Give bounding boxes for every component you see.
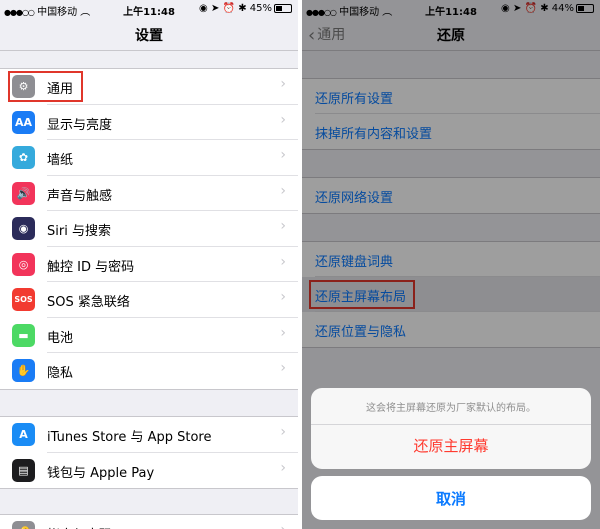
settings-row-label: 隐私: [47, 366, 74, 381]
alarm-icon: ⏰: [222, 3, 235, 14]
settings-row-label: iTunes Store 与 App Store: [47, 430, 212, 445]
wallet-icon: ▤: [12, 458, 35, 482]
wallpaper-icon: ✿: [12, 146, 35, 169]
settings-group-accounts: 🔑 帐户与密码 ›: [0, 514, 298, 529]
privacy-hand-icon: ✋: [12, 359, 35, 382]
bluetooth-icon: ✱: [238, 3, 247, 14]
app-store-icon: A: [12, 423, 35, 446]
settings-row[interactable]: ▬ 电池 ›: [0, 318, 298, 353]
highlight-box-general: [8, 71, 83, 102]
cancel-label: 取消: [435, 490, 466, 508]
chevron-right-icon: ›: [280, 424, 286, 440]
cancel-button[interactable]: 取消: [311, 476, 591, 520]
chevron-right-icon: ›: [280, 324, 286, 341]
chevron-right-icon: ›: [280, 253, 286, 270]
lock-rotation-icon: ◉: [199, 3, 208, 14]
settings-row-label: 声音与触感: [47, 188, 113, 204]
settings-row-label: Siri 与搜索: [47, 224, 111, 239]
reset-home-screen-button[interactable]: 还原主屏幕: [311, 435, 591, 456]
battery-percent: 45%: [249, 3, 272, 14]
chevron-right-icon: ›: [280, 147, 286, 163]
settings-row-label: 触控 ID 与密码: [47, 259, 135, 275]
settings-row-label: 墙纸: [47, 153, 74, 168]
settings-row[interactable]: AA 显示与亮度 ›: [0, 105, 298, 140]
settings-row[interactable]: ◉ Siri 与搜索 ›: [0, 211, 298, 247]
key-icon: 🔑: [12, 521, 35, 529]
settings-row[interactable]: SOS SOS 紧急联络 ›: [0, 282, 298, 318]
chevron-right-icon: ›: [280, 522, 286, 529]
sound-icon: 🔊: [12, 181, 35, 205]
action-sheet-message: 这会将主屏幕还原为厂家默认的布局。: [366, 403, 536, 414]
siri-icon: ◉: [12, 217, 35, 240]
battery-icon: ▬: [12, 323, 35, 347]
action-sheet: 这会将主屏幕还原为厂家默认的布局。 还原主屏幕: [311, 388, 591, 469]
chevron-right-icon: ›: [280, 182, 286, 199]
settings-group-main: ⚙ 通用 › AA 显示与亮度 › ✿ 墙纸 › 🔊 声音与触感 › ◉ Siri 与搜索 › ◎ 触控 ID …: [0, 68, 298, 390]
chevron-right-icon: ›: [280, 459, 286, 476]
settings-row-label: 帐户与密码: [47, 524, 112, 529]
reset-screen: ●●●○○ 中国移动 ︵ 上午11:48 ◉ ➤ ⏰ ✱ 44% ‹ 通用 还原 …: [302, 0, 600, 529]
settings-screen: ●●●○○ 中国移动 ︵ 上午11:48 ◉ ➤ ⏰ ✱ 45% 设置 ⚙ 通用 ›…: [0, 0, 298, 529]
action-sheet-divider: [311, 424, 591, 425]
settings-row[interactable]: ◎ 触控 ID 与密码 ›: [0, 247, 298, 282]
settings-row-label: 钱包与 Apple Pay: [47, 465, 155, 481]
display-brightness-icon: AA: [12, 110, 35, 134]
fingerprint-icon: ◎: [12, 252, 35, 276]
chevron-right-icon: ›: [280, 76, 286, 92]
chevron-right-icon: ›: [280, 218, 286, 234]
status-bar: ●●●○○ 中国移动 ︵ 上午11:48 ◉ ➤ ⏰ ✱ 45%: [0, 0, 298, 18]
chevron-right-icon: ›: [280, 360, 286, 376]
sos-icon: SOS: [12, 288, 35, 311]
nav-bar: 设置: [0, 18, 298, 51]
chevron-right-icon: ›: [280, 111, 286, 128]
settings-group-stores: AiTunes Store 与 App Store › ▤ 钱包与 Apple Pay…: [0, 416, 298, 489]
battery-icon: [274, 3, 292, 13]
location-icon: ➤: [210, 3, 220, 14]
page-title: 设置: [135, 28, 163, 44]
settings-row[interactable]: 🔑 帐户与密码 ›: [0, 515, 298, 529]
settings-row-label: 显示与亮度: [47, 117, 113, 133]
settings-row[interactable]: ✿ 墙纸 ›: [0, 140, 298, 176]
settings-row-label: 电池: [47, 330, 74, 346]
settings-row[interactable]: ✋ 隐私 ›: [0, 353, 298, 389]
settings-row[interactable]: ▤ 钱包与 Apple Pay ›: [0, 453, 298, 489]
settings-row[interactable]: 🔊 声音与触感 ›: [0, 176, 298, 211]
settings-row[interactable]: AiTunes Store 与 App Store ›: [0, 417, 298, 453]
settings-row-label: SOS 紧急联络: [47, 295, 130, 310]
chevron-right-icon: ›: [280, 289, 286, 305]
